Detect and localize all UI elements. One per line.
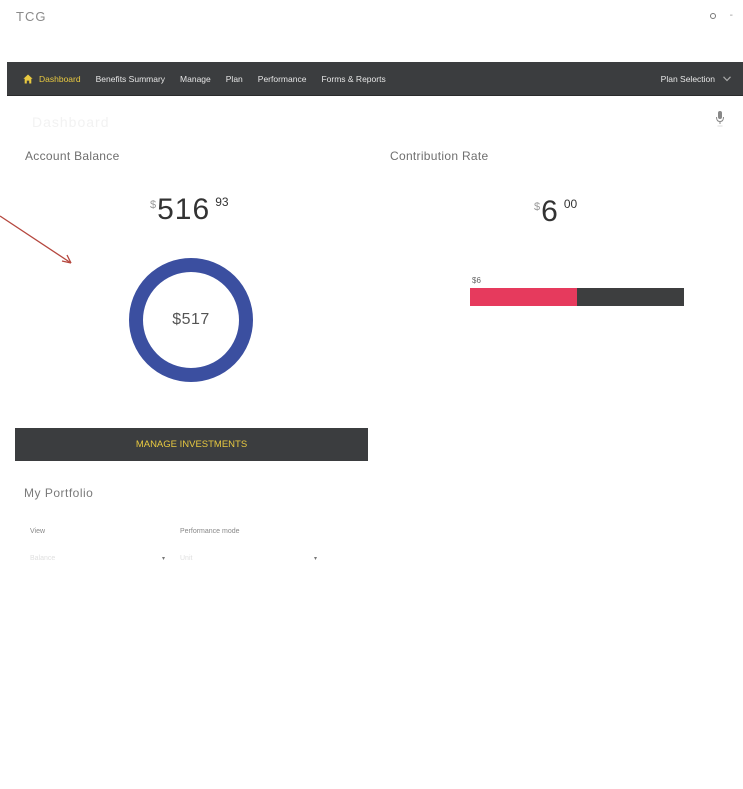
account-balance-label: Account Balance: [25, 149, 120, 163]
performance-mode-select[interactable]: Unit ▾: [180, 550, 317, 566]
contribution-rate-label: Contribution Rate: [390, 149, 489, 163]
donut-center-value: $517: [172, 311, 210, 328]
brand-logo: TCG: [16, 9, 47, 24]
contribution-rate-amount: $ 6 00: [534, 195, 578, 228]
window-controls: -: [709, 10, 733, 21]
microphone-icon[interactable]: [715, 110, 725, 133]
nav-plan[interactable]: Plan: [226, 74, 243, 84]
chevron-down-icon: [723, 74, 731, 84]
nav-manage[interactable]: Manage: [180, 74, 211, 84]
chevron-down-icon: ▾: [313, 555, 317, 562]
contribution-bar-label: $6: [472, 276, 481, 285]
home-icon[interactable]: [23, 74, 33, 84]
main-nav: Dashboard Benefits Summary Manage Plan P…: [7, 62, 743, 95]
nav-forms-reports[interactable]: Forms & Reports: [321, 74, 385, 84]
view-select-value: Balance: [30, 554, 56, 562]
contribution-progress-fill: [470, 288, 577, 306]
nav-dashboard[interactable]: Dashboard: [39, 74, 81, 84]
view-select[interactable]: Balance ▾: [30, 550, 165, 566]
portfolio-title: My Portfolio: [24, 486, 94, 500]
performance-mode-value: Unit: [180, 554, 193, 562]
page-title: Dashboard: [32, 114, 110, 130]
pointer-arrow: [0, 215, 72, 264]
nav-benefits-summary[interactable]: Benefits Summary: [96, 74, 165, 84]
plan-selection-dropdown[interactable]: Plan Selection: [661, 62, 731, 95]
dashboard-page: TCG - Dashboard Benefits Summary Manage …: [0, 0, 743, 789]
view-label: View: [30, 528, 46, 535]
account-balance-amount: $ 516 93: [150, 193, 229, 226]
close-button[interactable]: -: [730, 10, 733, 21]
performance-mode-label: Performance mode: [180, 528, 240, 535]
nav-performance[interactable]: Performance: [258, 74, 307, 84]
plan-selection-label: Plan Selection: [660, 73, 715, 84]
chevron-down-icon: ▾: [161, 555, 165, 562]
settings-icon[interactable]: [709, 12, 716, 19]
contribution-progress-bar: [470, 288, 684, 306]
manage-investments-button[interactable]: MANAGE INVESTMENTS: [15, 428, 368, 461]
